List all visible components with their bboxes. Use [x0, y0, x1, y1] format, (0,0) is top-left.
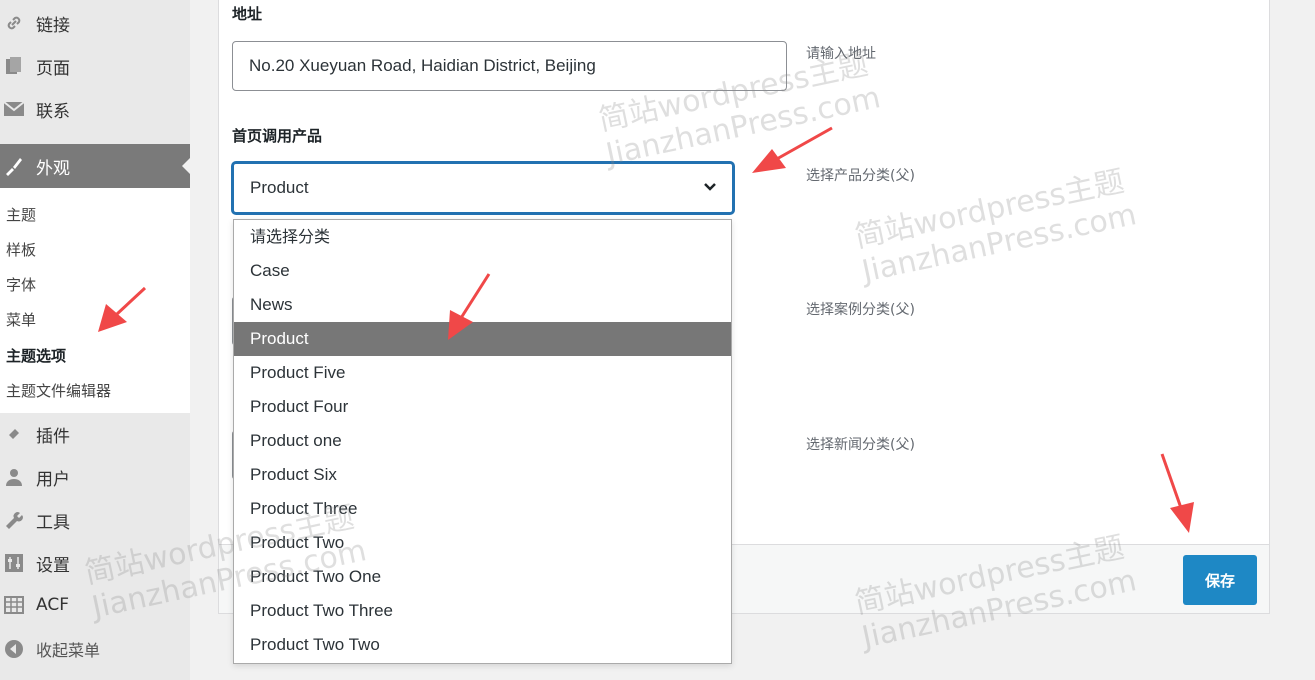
submenu-item-theme-editor[interactable]: 主题文件编辑器 [6, 380, 111, 401]
link-icon [2, 11, 26, 35]
submenu-item-patterns[interactable]: 样板 [6, 239, 36, 260]
news-hint: 选择新闻分类(父) [806, 437, 915, 453]
dropdown-option[interactable]: Product Two Three [234, 594, 731, 628]
case-hint: 选择案例分类(父) [806, 302, 915, 318]
product-category-select[interactable]: Product [232, 162, 734, 214]
sidebar-item-label: 收起菜单 [36, 641, 101, 660]
dropdown-option[interactable]: Product one [234, 424, 731, 458]
submenu-item-menus[interactable]: 菜单 [6, 309, 36, 330]
dropdown-option[interactable]: Product Four [234, 390, 731, 424]
collapse-icon [2, 637, 26, 661]
mail-icon [2, 97, 26, 121]
sidebar-item-appearance[interactable]: 外观 [0, 144, 190, 188]
sidebar-item-links[interactable]: 链接 [0, 3, 190, 43]
dropdown-option[interactable]: 请选择分类 [234, 220, 731, 254]
dropdown-option[interactable]: Product Five [234, 356, 731, 390]
dropdown-option[interactable]: Product Two Two [234, 628, 731, 662]
paintbrush-icon [2, 154, 26, 178]
pages-icon [2, 54, 26, 78]
dropdown-option[interactable]: Product Two One [234, 560, 731, 594]
sidebar-item-label: 外观 [36, 158, 70, 179]
product-category-dropdown: 请选择分类 Case News Product Product Five Product … [233, 219, 732, 664]
submenu-item-fonts[interactable]: 字体 [6, 274, 36, 295]
address-label: 地址 [232, 5, 263, 23]
dropdown-option[interactable]: Product Two [234, 526, 731, 560]
dropdown-option[interactable]: Case [234, 254, 731, 288]
dropdown-option[interactable]: Product Three [234, 492, 731, 526]
address-hint: 请输入地址 [806, 46, 876, 62]
product-hint: 选择产品分类(父) [806, 168, 915, 184]
sidebar-item-label: 插件 [36, 426, 70, 447]
sidebar-item-label: 页面 [36, 58, 70, 79]
admin-sidebar: 链接 页面 联系 外观 主题 样板 字体 菜单 主题选项 主题文件编辑器 插件 [0, 0, 190, 680]
sidebar-item-pages[interactable]: 页面 [0, 46, 190, 86]
collapse-menu-button[interactable]: 收起菜单 [0, 629, 190, 669]
table-icon [2, 593, 26, 617]
sidebar-item-tools[interactable]: 工具 [0, 500, 190, 540]
settings-icon [2, 551, 26, 575]
dropdown-option[interactable]: Product [234, 322, 731, 356]
select-value: Product [250, 178, 309, 197]
user-icon [2, 465, 26, 489]
sidebar-item-label: 联系 [36, 101, 70, 122]
sidebar-item-plugins[interactable]: 插件 [0, 414, 190, 454]
home-products-label: 首页调用产品 [232, 127, 323, 145]
sidebar-item-settings[interactable]: 设置 [0, 543, 190, 583]
sidebar-item-label: ACF [36, 595, 69, 615]
sidebar-item-label: 用户 [36, 469, 70, 490]
submenu-item-theme-options[interactable]: 主题选项 [6, 345, 66, 366]
chevron-down-icon [704, 183, 716, 191]
sidebar-item-users[interactable]: 用户 [0, 457, 190, 497]
wrench-icon [2, 508, 26, 532]
dropdown-option[interactable]: News [234, 288, 731, 322]
sidebar-item-contact[interactable]: 联系 [0, 89, 190, 129]
appearance-submenu: 主题 样板 字体 菜单 主题选项 主题文件编辑器 [0, 188, 190, 413]
sidebar-item-label: 链接 [36, 15, 70, 36]
dropdown-option[interactable]: Product Six [234, 458, 731, 492]
sidebar-item-acf[interactable]: ACF [0, 585, 190, 625]
submenu-item-themes[interactable]: 主题 [6, 204, 36, 225]
sidebar-item-label: 设置 [36, 555, 70, 576]
plugin-icon [2, 422, 26, 446]
sidebar-item-label: 工具 [36, 512, 70, 533]
save-button[interactable]: 保存 [1183, 555, 1257, 605]
address-input[interactable]: No.20 Xueyuan Road, Haidian District, Be… [232, 41, 787, 91]
